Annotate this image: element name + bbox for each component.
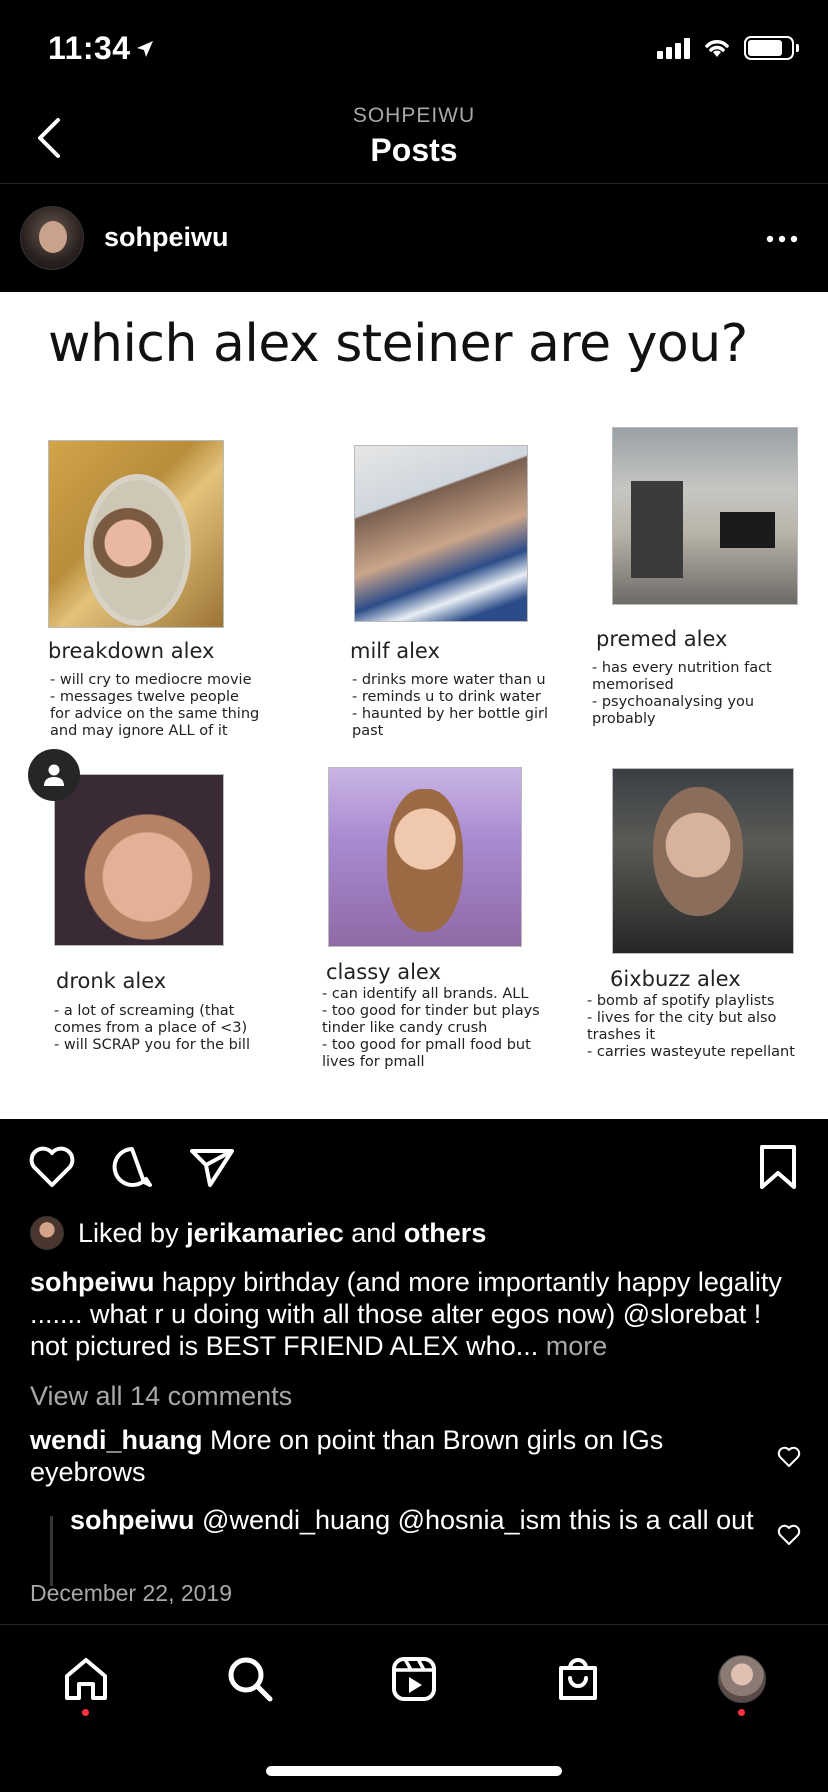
post-author-avatar[interactable] <box>20 206 84 270</box>
meme-photo <box>612 768 794 954</box>
status-time: 11:34 <box>48 30 155 67</box>
like-button[interactable] <box>26 1141 78 1193</box>
comment-reply: sohpeiwu @wendi_huang @hosnia_ism this i… <box>70 1504 760 1536</box>
header-subtitle: SOHPEIWU <box>352 104 476 127</box>
reels-icon <box>392 1657 436 1701</box>
comment-like-button[interactable] <box>776 1444 802 1470</box>
profile-notification-dot <box>738 1709 745 1716</box>
cellular-signal-icon <box>657 37 690 59</box>
heart-icon <box>29 1146 75 1187</box>
home-indicator[interactable] <box>266 1766 562 1776</box>
meme-card-name: 6ixbuzz alex <box>610 967 741 991</box>
meme-card-name: milf alex <box>350 639 440 663</box>
caption-username[interactable]: sohpeiwu <box>30 1267 155 1297</box>
nav-header: SOHPEIWU Posts <box>0 88 828 184</box>
meme-card-desc: - has every nutrition fact memorised - psy… <box>592 660 772 727</box>
view-all-comments-link[interactable]: View all 14 comments <box>30 1381 292 1412</box>
heart-icon <box>777 1446 801 1467</box>
profile-avatar <box>718 1655 766 1703</box>
post-actions <box>0 1119 828 1219</box>
meme-card-desc: - a lot of screaming (that comes from a p… <box>54 1003 250 1053</box>
liker-username[interactable]: jerikamariec <box>186 1218 344 1249</box>
more-options-button[interactable] <box>766 224 798 244</box>
meme-card-desc: - will cry to mediocre movie - messages t… <box>50 672 260 739</box>
meme-photo <box>54 774 224 946</box>
post-image[interactable]: which alex steiner are you? breakdown al… <box>0 292 828 1119</box>
save-button[interactable] <box>752 1141 804 1193</box>
status-bar: 11:34 <box>0 0 828 88</box>
reply-thread-line <box>50 1516 53 1586</box>
likes-others-link[interactable]: others <box>404 1218 487 1249</box>
comment-button[interactable] <box>106 1141 158 1193</box>
comment: wendi_huang More on point than Brown gir… <box>30 1424 760 1488</box>
comment-text: @wendi_huang @hosnia_ism this is a call … <box>202 1505 754 1535</box>
tab-search[interactable] <box>222 1651 278 1707</box>
meme-card-name: breakdown alex <box>48 639 215 663</box>
meme-photo <box>612 427 798 605</box>
comment-username[interactable]: wendi_huang <box>30 1425 203 1455</box>
search-icon <box>228 1657 273 1702</box>
tab-home[interactable] <box>58 1651 114 1707</box>
home-icon <box>65 1658 107 1700</box>
tab-profile[interactable] <box>714 1651 770 1707</box>
meme-card-desc: - can identify all brands. ALL - too good… <box>322 986 540 1070</box>
wifi-icon <box>705 40 729 57</box>
send-icon <box>190 1149 234 1187</box>
comment-username[interactable]: sohpeiwu <box>70 1505 195 1535</box>
meme-photo <box>48 440 224 628</box>
tagged-users-button[interactable] <box>28 749 80 801</box>
meme-photo <box>354 445 528 622</box>
share-button[interactable] <box>186 1141 238 1193</box>
meme-card-name: dronk alex <box>56 969 167 993</box>
home-notification-dot <box>82 1709 89 1716</box>
liker-avatar <box>30 1216 64 1250</box>
shop-icon <box>559 1658 597 1700</box>
page-title: Posts <box>370 132 458 168</box>
person-icon <box>44 764 64 786</box>
status-icons <box>657 36 799 60</box>
battery-icon <box>744 36 799 60</box>
meme-card-desc: - bomb af spotify playlists - lives for t… <box>587 993 795 1060</box>
meme-card-desc: - drinks more water than u- reminds u to… <box>352 672 549 739</box>
tab-reels[interactable] <box>386 1651 442 1707</box>
meme-title: which alex steiner are you? <box>48 314 748 374</box>
meme-card-name: premed alex <box>596 627 728 651</box>
caption-more-link[interactable]: more <box>546 1331 608 1361</box>
location-arrow-icon <box>135 39 155 65</box>
tab-shop[interactable] <box>550 1651 606 1707</box>
heart-icon <box>777 1524 801 1545</box>
post-author-username[interactable]: sohpeiwu <box>104 222 229 253</box>
comment-like-button[interactable] <box>776 1522 802 1548</box>
bookmark-icon <box>760 1145 796 1189</box>
meme-photo <box>328 767 522 947</box>
post-header: sohpeiwu <box>0 184 828 292</box>
likes-summary[interactable]: Liked by jerikamariec and others <box>30 1216 486 1250</box>
post-date: December 22, 2019 <box>30 1580 233 1606</box>
post-caption: sohpeiwu happy birthday (and more import… <box>30 1266 800 1362</box>
comment-icon <box>112 1147 152 1187</box>
more-horizontal-icon <box>766 235 798 243</box>
meme-card-name: classy alex <box>326 960 441 984</box>
